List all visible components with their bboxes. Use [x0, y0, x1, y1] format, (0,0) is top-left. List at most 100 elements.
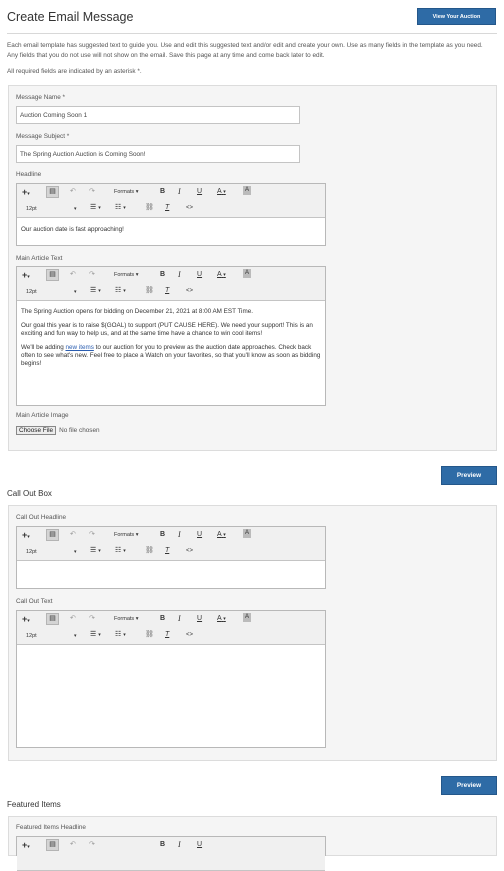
underline-button[interactable]: U [197, 530, 202, 540]
font-color-button[interactable]: A ▾ [217, 530, 226, 540]
preview-button[interactable]: Preview [441, 776, 497, 795]
font-color-button[interactable]: A ▾ [217, 187, 226, 197]
italic-button[interactable]: I [178, 530, 181, 540]
bold-button[interactable]: B [160, 840, 165, 850]
background-color-button[interactable]: A [243, 529, 251, 538]
bold-button[interactable]: B [160, 270, 165, 280]
redo-icon[interactable]: ↷ [89, 270, 95, 280]
bullet-list-icon[interactable]: ☰ ▾ [90, 203, 101, 213]
bullet-list-icon[interactable]: ☰ ▾ [90, 286, 101, 296]
underline-button[interactable]: U [197, 614, 202, 624]
undo-icon[interactable]: ↶ [70, 270, 76, 280]
insert-icon[interactable]: +▾ [22, 530, 30, 542]
font-size-select[interactable]: 12pt [26, 204, 37, 214]
insert-icon[interactable]: +▾ [22, 840, 30, 852]
chevron-down-icon[interactable]: ▾ [74, 631, 77, 641]
featured-headline-editor: +▾ ▤ ↶ ↷ B I U [16, 836, 326, 871]
article-editor: +▾ ▤ ↶ ↷ Formats ▾ B I U A ▾ A 12pt ▾ ☰ … [16, 266, 326, 406]
undo-icon[interactable]: ↶ [70, 187, 76, 197]
intro-text: Each email template has suggested text t… [7, 42, 483, 59]
numbered-list-icon[interactable]: ☷ ▾ [115, 630, 126, 640]
redo-icon[interactable]: ↷ [89, 614, 95, 624]
font-size-select[interactable]: 12pt [26, 547, 37, 557]
formats-dropdown[interactable]: Formats ▾ [114, 270, 138, 280]
bullet-list-icon[interactable]: ☰ ▾ [90, 546, 101, 556]
insert-icon[interactable]: +▾ [22, 187, 30, 199]
unlink-icon[interactable]: ⛓ [145, 630, 154, 640]
source-code-button[interactable]: <> [186, 630, 193, 640]
underline-button[interactable]: U [197, 270, 202, 280]
background-color-button[interactable]: A [243, 269, 251, 278]
paste-icon[interactable]: ▤ [46, 186, 59, 198]
article-content[interactable]: The Spring Auction opens for bidding on … [17, 301, 325, 378]
no-file-text: No file chosen [59, 427, 100, 434]
redo-icon[interactable]: ↷ [89, 840, 95, 850]
formats-dropdown[interactable]: Formats ▾ [114, 187, 138, 197]
chevron-down-icon[interactable]: ▾ [74, 287, 77, 297]
italic-button[interactable]: I [178, 270, 181, 280]
paste-icon[interactable]: ▤ [46, 529, 59, 541]
bold-button[interactable]: B [160, 530, 165, 540]
undo-icon[interactable]: ↶ [70, 530, 76, 540]
unlink-icon[interactable]: ⛓ [145, 546, 154, 556]
callout-headline-content[interactable] [17, 561, 325, 569]
callout-headline-editor: +▾ ▤ ↶ ↷ Formats ▾ B I U A ▾ A 12pt ▾ ☰ … [16, 526, 326, 589]
chevron-down-icon[interactable]: ▾ [74, 204, 77, 214]
numbered-list-icon[interactable]: ☷ ▾ [115, 203, 126, 213]
font-size-select[interactable]: 12pt [26, 287, 37, 297]
headline-content[interactable]: Our auction date is fast approaching! [17, 218, 325, 244]
required-note: All required fields are indicated by an … [7, 68, 142, 75]
clear-formatting-icon[interactable]: T [165, 630, 169, 640]
clear-formatting-icon[interactable]: T [165, 546, 169, 556]
insert-icon[interactable]: +▾ [22, 270, 30, 282]
numbered-list-icon[interactable]: ☷ ▾ [115, 286, 126, 296]
page-title: Create Email Message [7, 10, 134, 24]
font-size-select[interactable]: 12pt [26, 631, 37, 641]
source-code-button[interactable]: <> [186, 286, 193, 296]
bold-button[interactable]: B [160, 187, 165, 197]
paste-icon[interactable]: ▤ [46, 839, 59, 851]
headline-text: Our auction date is fast approaching! [21, 226, 124, 233]
article-image-file-input: Choose File No file chosen [16, 426, 100, 435]
editor-toolbar: +▾ ▤ ↶ ↷ B I U [17, 837, 325, 871]
italic-button[interactable]: I [178, 840, 181, 850]
formats-label: Formats [114, 616, 135, 622]
message-subject-input[interactable]: The Spring Auction Auction is Coming Soo… [16, 145, 300, 163]
redo-icon[interactable]: ↷ [89, 187, 95, 197]
unlink-icon[interactable]: ⛓ [145, 203, 154, 213]
preview-button[interactable]: Preview [441, 466, 497, 485]
callout-text-content[interactable] [17, 645, 325, 653]
numbered-list-icon[interactable]: ☷ ▾ [115, 546, 126, 556]
formats-dropdown[interactable]: Formats ▾ [114, 614, 138, 624]
bold-button[interactable]: B [160, 614, 165, 624]
paste-icon[interactable]: ▤ [46, 269, 59, 281]
underline-button[interactable]: U [197, 187, 202, 197]
editor-toolbar: +▾ ▤ ↶ ↷ Formats ▾ B I U A ▾ A 12pt ▾ ☰ … [17, 611, 325, 645]
choose-file-button[interactable]: Choose File [16, 426, 57, 435]
bullet-list-icon[interactable]: ☰ ▾ [90, 630, 101, 640]
clear-formatting-icon[interactable]: T [165, 203, 169, 213]
font-color-button[interactable]: A ▾ [217, 614, 226, 624]
undo-icon[interactable]: ↶ [70, 840, 76, 850]
unlink-icon[interactable]: ⛓ [145, 286, 154, 296]
source-code-button[interactable]: <> [186, 546, 193, 556]
editor-toolbar: +▾ ▤ ↶ ↷ Formats ▾ B I U A ▾ A 12pt ▾ ☰ … [17, 267, 325, 301]
underline-button[interactable]: U [197, 840, 202, 850]
background-color-button[interactable]: A [243, 613, 251, 622]
redo-icon[interactable]: ↷ [89, 530, 95, 540]
clear-formatting-icon[interactable]: T [165, 286, 169, 296]
insert-icon[interactable]: +▾ [22, 614, 30, 626]
source-code-button[interactable]: <> [186, 203, 193, 213]
font-color-button[interactable]: A ▾ [217, 270, 226, 280]
callout-text-editor: +▾ ▤ ↶ ↷ Formats ▾ B I U A ▾ A 12pt ▾ ☰ … [16, 610, 326, 748]
message-name-input[interactable]: Auction Coming Soon 1 [16, 106, 300, 124]
paste-icon[interactable]: ▤ [46, 613, 59, 625]
new-items-link[interactable]: new items [66, 344, 94, 351]
undo-icon[interactable]: ↶ [70, 614, 76, 624]
formats-dropdown[interactable]: Formats ▾ [114, 530, 138, 540]
italic-button[interactable]: I [178, 187, 181, 197]
view-auction-button[interactable]: View Your Auction [417, 8, 496, 25]
background-color-button[interactable]: A [243, 186, 251, 195]
chevron-down-icon[interactable]: ▾ [74, 547, 77, 557]
italic-button[interactable]: I [178, 614, 181, 624]
